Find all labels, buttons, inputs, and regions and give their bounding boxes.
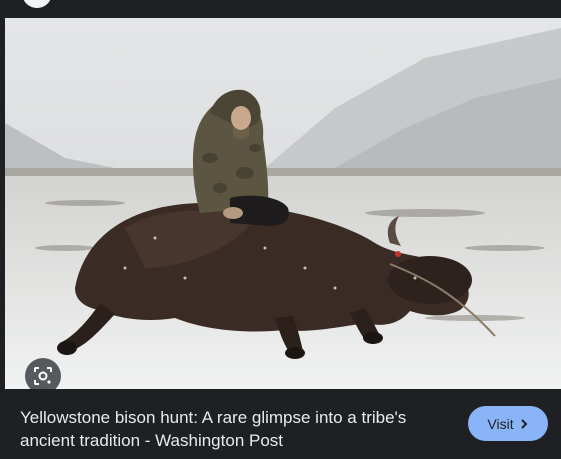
- chevron-right-icon: [520, 418, 528, 429]
- visit-label: Visit: [487, 415, 514, 432]
- image-preview-panel: Yellowstone bison hunt: A rare glimpse i…: [0, 0, 561, 459]
- google-lens-button[interactable]: [25, 358, 61, 389]
- top-bar: [0, 0, 561, 18]
- preview-image[interactable]: [5, 18, 561, 389]
- google-lens-icon: [34, 367, 52, 385]
- site-favicon[interactable]: [22, 0, 52, 8]
- image-title[interactable]: Yellowstone bison hunt: A rare glimpse i…: [20, 406, 450, 452]
- visit-button[interactable]: Visit: [468, 406, 548, 441]
- bison-hunt-photo: [5, 18, 561, 389]
